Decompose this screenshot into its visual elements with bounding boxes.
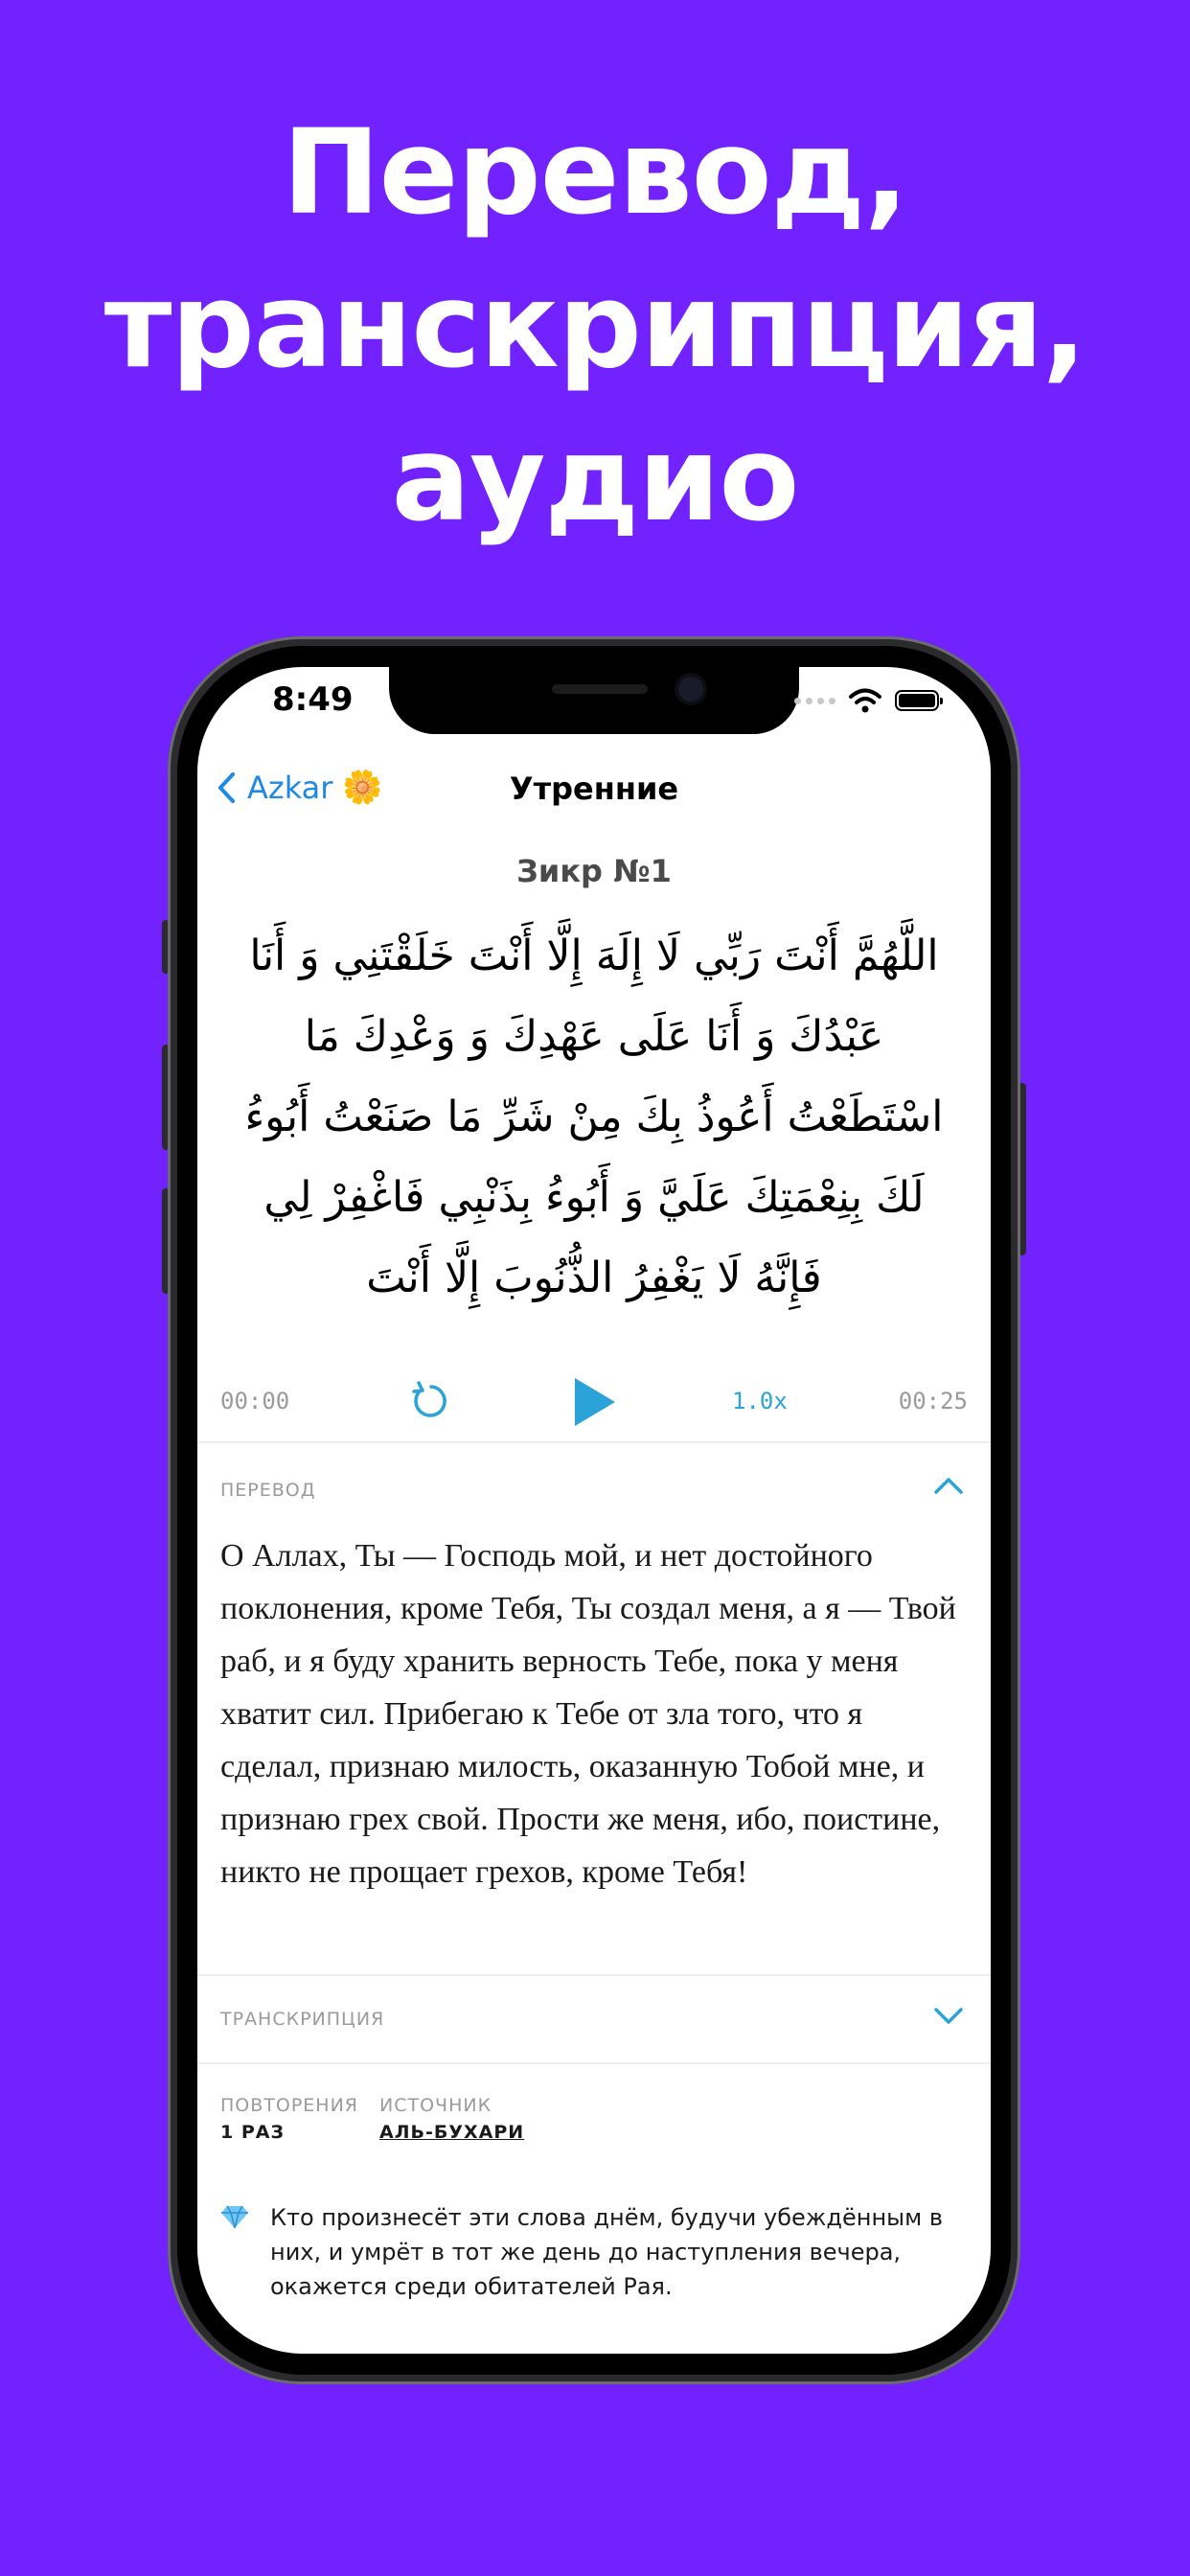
repeats-value: 1 РАЗ xyxy=(220,2122,285,2143)
navigation-bar: Azkar 🌼 Утренние xyxy=(197,763,991,824)
wifi-icon xyxy=(849,688,881,713)
status-icons xyxy=(794,688,943,713)
headline-line-3: аудио xyxy=(391,411,800,547)
battery-icon xyxy=(895,690,943,711)
headline-line-2: транскрипция, xyxy=(103,258,1087,394)
arabic-line: اسْتَطَعْتُ أَعُوذُ بِكَ مِنْ شَرِّ مَا … xyxy=(244,1092,944,1141)
duration: 00:25 xyxy=(898,1388,968,1414)
replay-icon[interactable] xyxy=(410,1380,452,1422)
status-time: 8:49 xyxy=(272,680,354,719)
transcription-label: ТРАНСКРИПЦИЯ xyxy=(220,2009,385,2030)
signal-dots-icon xyxy=(794,697,835,704)
repeats-block: ПОВТОРЕНИЯ 1 РАЗ xyxy=(220,2095,358,2143)
repeats-label: ПОВТОРЕНИЯ xyxy=(220,2095,359,2116)
divider xyxy=(197,1441,991,1443)
notch xyxy=(389,667,799,734)
headline: Перевод, транскрипция, аудио xyxy=(0,96,1190,556)
divider xyxy=(197,1974,991,1976)
arabic-text: اللَّهُمَّ أَنْتَ رَبِّي لَا إِلَهَ إِلَ… xyxy=(226,916,962,1319)
audio-player: 00:00 1.0x 00:25 xyxy=(197,1367,991,1438)
front-camera xyxy=(678,677,703,702)
virtue-note: Кто произнесёт эти слова днём, будучи уб… xyxy=(220,2200,968,2304)
arabic-line: لَكَ بِنِعْمَتِكَ عَلَيَّ وَ أَبُوءُ بِذ… xyxy=(263,1173,925,1222)
gem-icon xyxy=(221,2205,248,2229)
source-link[interactable]: АЛЬ-БУХАРИ xyxy=(379,2122,524,2143)
chevron-up-icon[interactable] xyxy=(933,1476,964,1495)
arabic-line: عَبْدُكَ وَ أَنَا عَلَى عَهْدِكَ وَ وَعْ… xyxy=(304,1012,884,1061)
translation-text: О Аллах, Ты — Господь мой, и нет достойн… xyxy=(220,1538,956,1890)
headline-line-1: Перевод, xyxy=(282,104,909,241)
zikr-title: Зикр №1 xyxy=(516,853,672,889)
arabic-line: فَإِنَّهُ لَا يَغْفِرُ الذُّنُوبَ إِلَّا… xyxy=(366,1254,822,1302)
translation-label: ПЕРЕВОД xyxy=(220,1480,316,1501)
arabic-line: اللَّهُمَّ أَنْتَ رَبِّي لَا إِلَهَ إِلَ… xyxy=(249,932,939,980)
play-icon[interactable] xyxy=(571,1376,617,1428)
page-title: Утренние xyxy=(509,770,679,807)
divider xyxy=(197,2062,991,2064)
source-label: ИСТОЧНИК xyxy=(379,2095,492,2116)
speaker-grille xyxy=(552,684,648,694)
source-block: ИСТОЧНИК АЛЬ-БУХАРИ xyxy=(379,2095,524,2143)
virtue-note-text: Кто произнесёт эти слова днём, будучи уб… xyxy=(270,2204,943,2300)
chevron-down-icon[interactable] xyxy=(933,2007,964,2026)
current-time: 00:00 xyxy=(220,1388,290,1414)
phone-screen: 8:49 Azkar 🌼 Утренние Зикр №1 اللَّهُمَّ… xyxy=(197,667,991,2354)
playback-speed[interactable]: 1.0x xyxy=(732,1388,788,1414)
